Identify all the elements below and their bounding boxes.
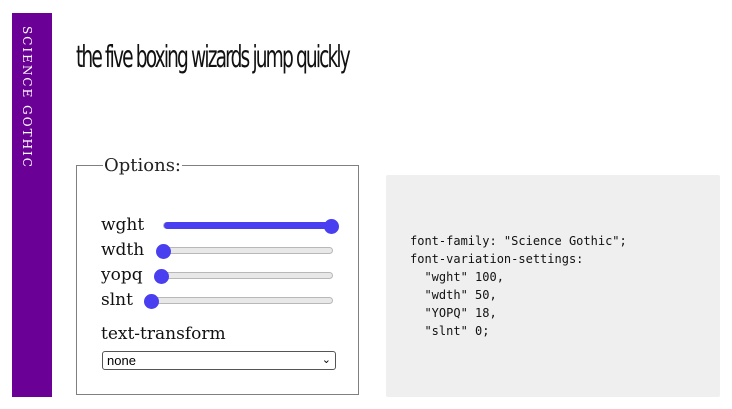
code-panel: font-family: "Science Gothic"; font-vari… — [386, 175, 720, 397]
code-line: font-variation-settings: — [410, 252, 584, 266]
slnt-slider-thumb[interactable] — [144, 294, 159, 309]
axis-label-wdth: wdth — [101, 240, 145, 260]
wght-slider[interactable] — [163, 219, 339, 234]
axis-label-yopq: yopq — [101, 265, 143, 285]
options-fieldset: Options: wght wdth yopq slnt text-transf… — [76, 156, 359, 395]
code-line: "wdth" 50, — [410, 288, 497, 302]
code-line: font-family: "Science Gothic"; — [410, 234, 627, 248]
axis-label-slnt: slnt — [101, 290, 133, 310]
css-code: font-family: "Science Gothic"; font-vari… — [410, 232, 627, 340]
chevron-down-icon: ⌄ — [321, 354, 331, 366]
code-line: "slnt" 0; — [410, 324, 490, 338]
yopq-slider-thumb[interactable] — [154, 269, 169, 284]
sample-text: the five boxing wizards jump quickly — [76, 40, 351, 75]
options-legend: Options: — [103, 155, 183, 176]
wght-slider-thumb[interactable] — [324, 219, 339, 234]
yopq-slider[interactable] — [154, 269, 333, 284]
wdth-slider-thumb[interactable] — [156, 244, 171, 259]
slnt-slider[interactable] — [144, 294, 333, 309]
wdth-slider[interactable] — [156, 244, 333, 259]
code-line: "wght" 100, — [410, 270, 504, 284]
code-line: "YOPQ" 18, — [410, 306, 497, 320]
text-transform-label: text-transform — [101, 324, 226, 344]
text-transform-value: none — [107, 353, 136, 368]
text-transform-select[interactable]: none ⌄ — [102, 351, 336, 370]
font-name-label: SCIENCE GOTHIC — [20, 26, 34, 169]
axis-label-wght: wght — [101, 215, 145, 235]
wght-slider-fill — [164, 222, 332, 229]
